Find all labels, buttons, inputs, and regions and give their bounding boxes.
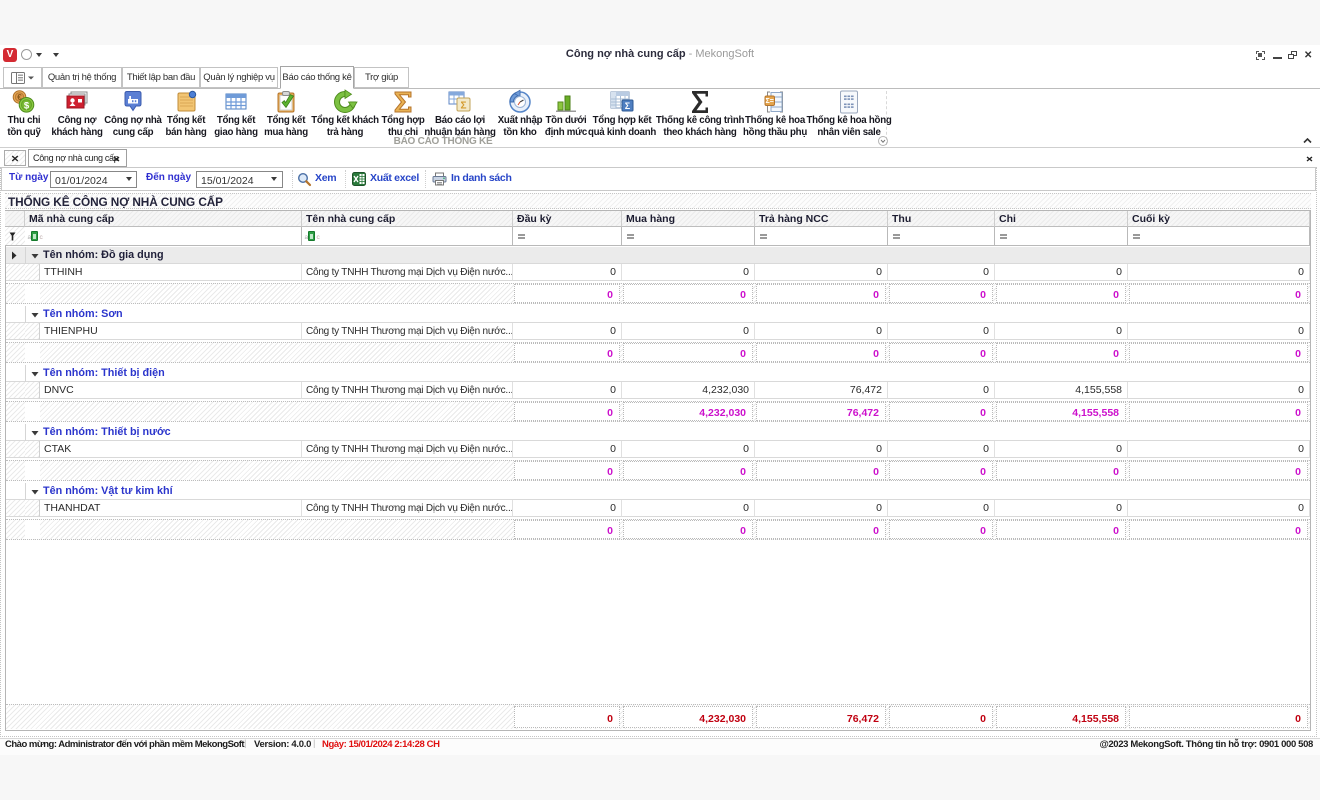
svg-text:Σ=: Σ= [766,98,774,105]
svg-text:Σ: Σ [625,101,631,111]
